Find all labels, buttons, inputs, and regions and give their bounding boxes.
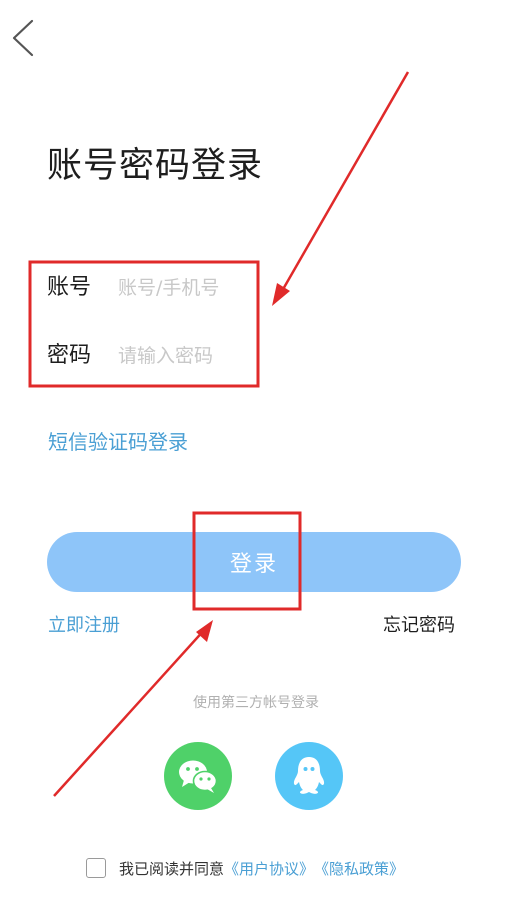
chevron-left-icon — [12, 19, 34, 57]
password-input[interactable] — [118, 341, 254, 371]
account-label: 账号 — [47, 275, 92, 300]
wechat-icon — [179, 760, 218, 793]
agreement-checkbox[interactable] — [86, 858, 106, 878]
forgot-password-link[interactable]: 忘记密码 — [383, 612, 455, 640]
account-input[interactable] — [118, 273, 254, 303]
agreement-row: 我已阅读并同意 《用户协议》 《隐私政策》 — [86, 856, 404, 880]
password-label: 密码 — [47, 343, 92, 368]
page-title: 账号密码登录 — [47, 146, 264, 186]
third-party-login-label: 使用第三方帐号登录 — [193, 695, 319, 711]
privacy-policy-link[interactable]: 《隐私政策》 — [314, 858, 404, 879]
qq-icon — [293, 757, 325, 794]
back-button[interactable] — [8, 18, 38, 58]
wechat-login-button[interactable] — [164, 742, 232, 810]
sms-login-link[interactable]: 短信验证码登录 — [48, 427, 188, 457]
user-agreement-link[interactable]: 《用户协议》 — [224, 858, 314, 879]
arrow-to-credentials — [272, 71, 410, 306]
login-button[interactable]: 登录 — [47, 532, 461, 592]
agreement-prefix: 我已阅读并同意 — [119, 859, 225, 878]
qq-login-button[interactable] — [275, 742, 343, 810]
register-link[interactable]: 立即注册 — [48, 612, 120, 640]
